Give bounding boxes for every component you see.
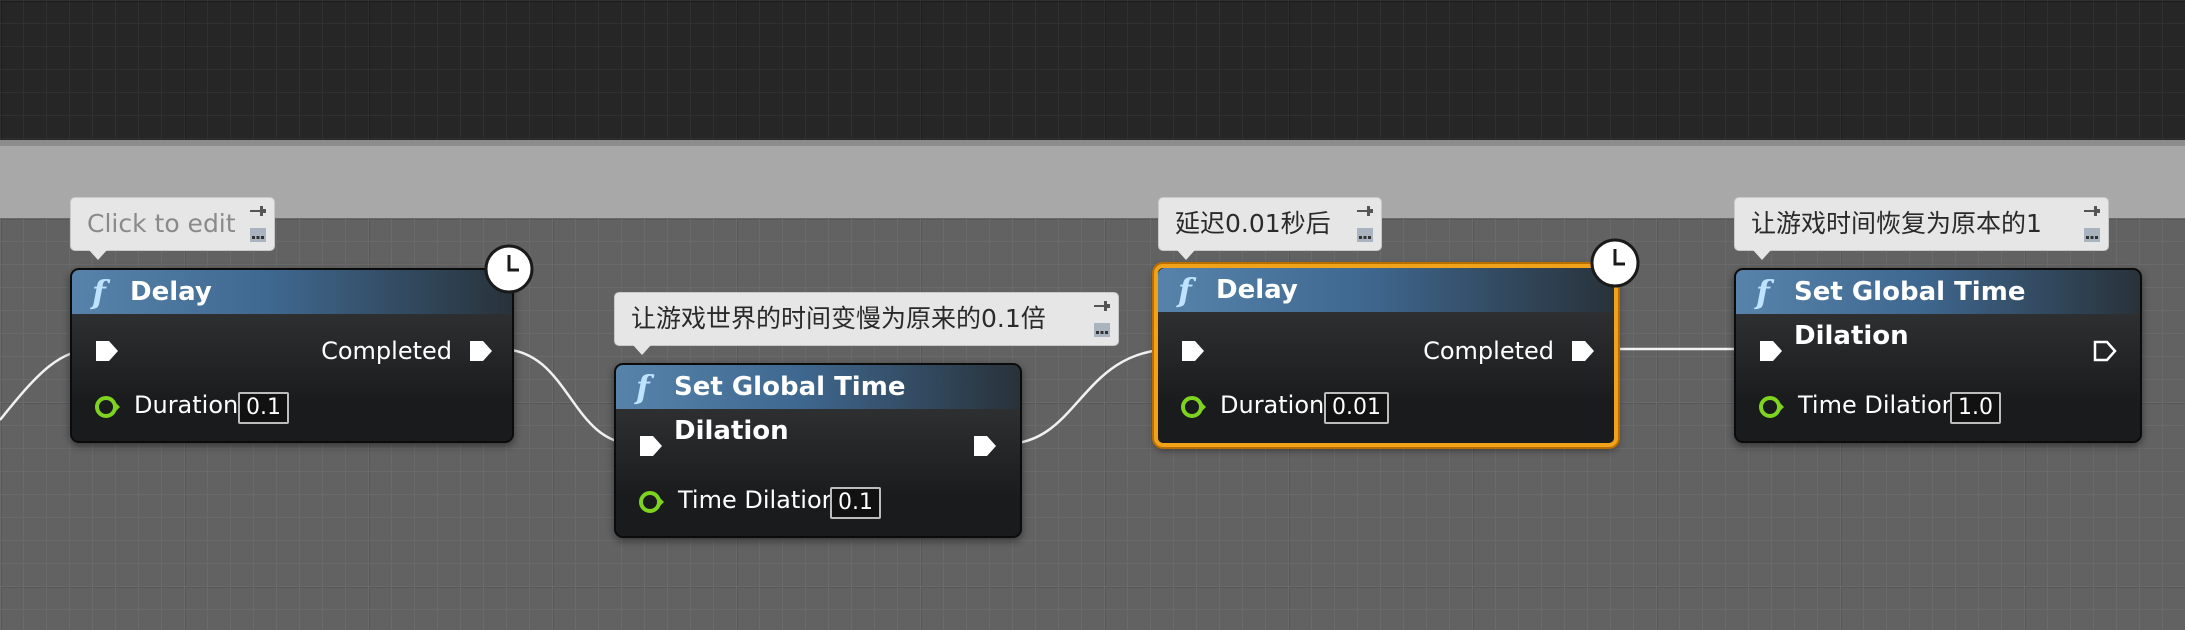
function-icon: f bbox=[92, 273, 106, 311]
clock-icon bbox=[1590, 238, 1640, 288]
set-global-time-dilation-node-2[interactable]: f Set Global Time Dilation Time Dilation… bbox=[1734, 268, 2142, 443]
set-global-time-dilation-node[interactable]: f Set Global Time Dilation Time Dilation… bbox=[614, 363, 1022, 538]
expand-icon[interactable] bbox=[1094, 323, 1110, 337]
comment-delay1[interactable]: Click to edit bbox=[70, 197, 275, 260]
exec-in-pin[interactable] bbox=[1180, 339, 1206, 363]
duration-float-pin[interactable] bbox=[94, 394, 120, 420]
node-header[interactable]: f Delay bbox=[72, 270, 512, 314]
comment-set1[interactable]: 让游戏世界的时间变慢为原来的0.1倍 bbox=[614, 292, 1119, 355]
delay-node[interactable]: f Delay Completed Duration 0.1 bbox=[70, 244, 534, 443]
exec-in-pin[interactable] bbox=[638, 434, 664, 458]
comment-text: 让游戏世界的时间变慢为原来的0.1倍 bbox=[631, 304, 1046, 333]
function-icon: f bbox=[1756, 273, 1770, 311]
duration-label: Duration bbox=[134, 391, 239, 419]
delay-node-selected[interactable]: f Delay Completed Duration 0.01 bbox=[1154, 238, 1640, 447]
pin-icon[interactable] bbox=[250, 205, 266, 217]
wire-set1-to-delay2 bbox=[1004, 347, 1176, 446]
time-dilation-label: Time Dilation bbox=[678, 486, 837, 514]
node-body-background bbox=[72, 314, 512, 441]
exec-out-pin-unconnected[interactable] bbox=[2092, 339, 2118, 363]
comment-text: 让游戏时间恢复为原本的1 bbox=[1751, 209, 2042, 238]
function-icon: f bbox=[636, 368, 650, 406]
node-header[interactable]: f Set Global Time Dilation bbox=[1736, 270, 2140, 351]
comment-delay2[interactable]: 延迟0.01秒后 bbox=[1158, 197, 1382, 260]
node-title: Delay bbox=[130, 277, 212, 307]
duration-value-input[interactable]: 0.01 bbox=[1324, 392, 1389, 424]
completed-label: Completed bbox=[1423, 337, 1554, 365]
time-dilation-float-pin[interactable] bbox=[638, 489, 664, 515]
function-icon: f bbox=[1178, 271, 1192, 309]
pin-icon[interactable] bbox=[2084, 205, 2100, 217]
clock-icon bbox=[484, 244, 534, 294]
exec-in-pin[interactable] bbox=[94, 339, 120, 363]
comment-text: Click to edit bbox=[87, 209, 236, 238]
exec-out-pin[interactable] bbox=[972, 434, 998, 458]
node-body: f Set Global Time Dilation Time Dilation… bbox=[1736, 270, 2140, 441]
expand-icon[interactable] bbox=[250, 228, 266, 242]
node-header[interactable]: f Delay bbox=[1158, 268, 1614, 312]
expand-icon[interactable] bbox=[1357, 228, 1373, 242]
pin-icon[interactable] bbox=[1357, 205, 1373, 217]
node-body: f Delay Completed Duration 0.01 bbox=[1158, 268, 1614, 443]
time-dilation-float-pin[interactable] bbox=[1758, 394, 1784, 420]
duration-label: Duration bbox=[1220, 391, 1325, 419]
completed-label: Completed bbox=[321, 337, 452, 365]
node-title: Delay bbox=[1216, 275, 1298, 305]
duration-float-pin[interactable] bbox=[1180, 394, 1206, 420]
node-body: f Delay Completed Duration 0.1 bbox=[72, 270, 512, 441]
pin-icon[interactable] bbox=[1094, 300, 1110, 312]
comment-set2[interactable]: 让游戏时间恢复为原本的1 bbox=[1734, 197, 2109, 260]
time-dilation-value-input[interactable]: 1.0 bbox=[1950, 392, 2001, 424]
completed-exec-out-pin[interactable] bbox=[468, 339, 494, 363]
comment-text: 延迟0.01秒后 bbox=[1175, 209, 1331, 238]
time-dilation-label: Time Dilation bbox=[1798, 391, 1957, 419]
node-header[interactable]: f Set Global Time Dilation bbox=[616, 365, 1020, 446]
time-dilation-value-input[interactable]: 0.1 bbox=[830, 487, 881, 519]
duration-value-input[interactable]: 0.1 bbox=[238, 392, 289, 424]
expand-icon[interactable] bbox=[2084, 228, 2100, 242]
node-body: f Set Global Time Dilation Time Dilation… bbox=[616, 365, 1020, 536]
exec-in-pin[interactable] bbox=[1758, 339, 1784, 363]
completed-exec-out-pin[interactable] bbox=[1570, 339, 1596, 363]
